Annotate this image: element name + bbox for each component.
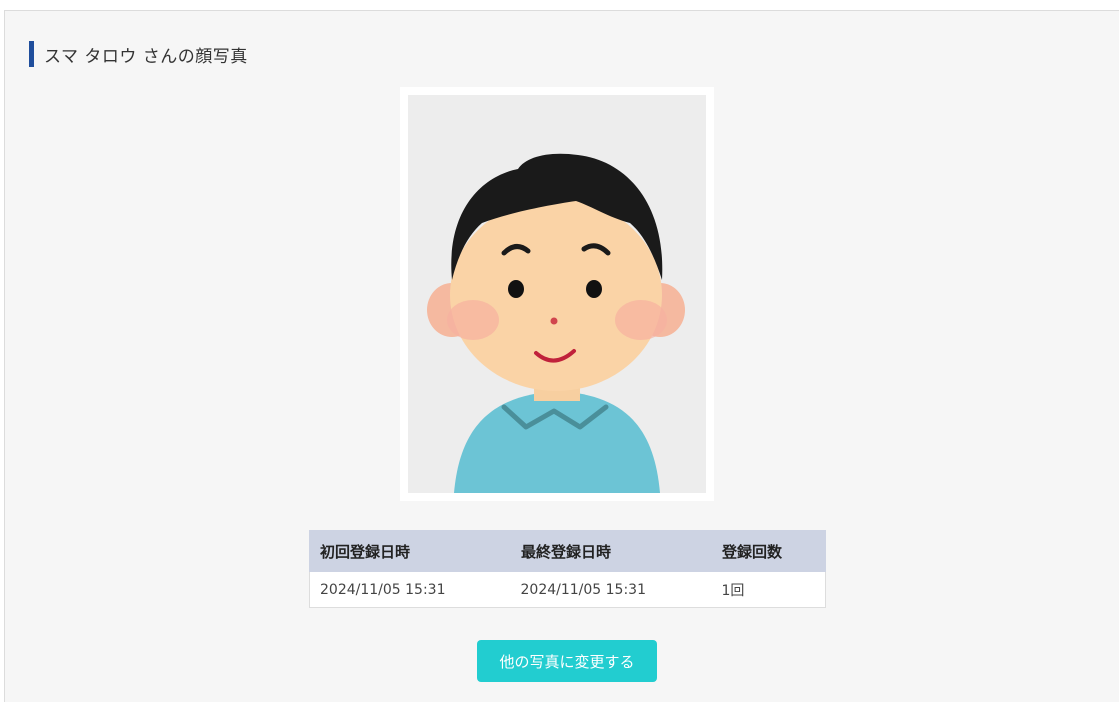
registration-table: 初回登録日時 最終登録日時 登録回数 2024/11/05 15:31 2024…: [309, 530, 826, 608]
face-photo: [400, 87, 714, 501]
header-registration-count: 登録回数: [711, 530, 826, 572]
change-photo-button[interactable]: 他の写真に変更する: [477, 640, 657, 682]
face-photo-panel: スマ タロウ さんの顔写真 初回登録日時 最終登録日時 登録回数 2024/11…: [4, 10, 1119, 702]
table-header-row: 初回登録日時 最終登録日時 登録回数: [309, 530, 826, 572]
person-illustration: [408, 95, 706, 493]
registration-count-value: 1回: [711, 571, 826, 608]
title-accent-bar: [29, 41, 34, 67]
header-last-registered: 最終登録日時: [510, 530, 712, 572]
first-registered-value: 2024/11/05 15:31: [309, 571, 511, 608]
last-registered-value: 2024/11/05 15:31: [510, 571, 712, 608]
page-title-text: スマ タロウ さんの顔写真: [44, 46, 248, 67]
page-title: スマ タロウ さんの顔写真: [29, 41, 248, 67]
header-first-registered: 初回登録日時: [309, 530, 511, 572]
table-row: 2024/11/05 15:31 2024/11/05 15:31 1回: [309, 571, 826, 608]
